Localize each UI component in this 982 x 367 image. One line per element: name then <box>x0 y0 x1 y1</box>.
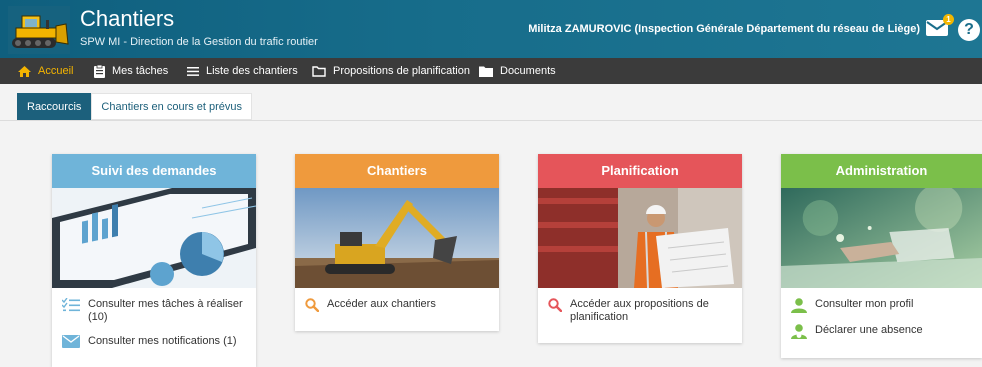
link-consulter-notifications[interactable]: Consulter mes notifications (1) <box>62 335 246 348</box>
card-title[interactable]: Administration <box>781 154 982 188</box>
link-declarer-absence[interactable]: Déclarer une absence <box>791 324 972 339</box>
card-title[interactable]: Planification <box>538 154 742 188</box>
app-subtitle: SPW MI - Direction de la Gestion du traf… <box>80 36 318 48</box>
main-navbar: Accueil Mes tâches Liste des chantiers P… <box>0 58 982 84</box>
nav-label: Accueil <box>38 65 74 77</box>
envelope-icon <box>62 335 80 348</box>
nav-item-documents[interactable]: Documents <box>479 58 556 84</box>
excavator-image <box>295 188 499 288</box>
user-absence-icon <box>791 324 807 339</box>
link-consulter-taches[interactable]: Consulter mes tâches à réaliser (10) <box>62 298 246 324</box>
nav-item-liste-chantiers[interactable]: Liste des chantiers <box>187 58 298 84</box>
link-acceder-chantiers[interactable]: Accéder aux chantiers <box>305 298 489 312</box>
card-title[interactable]: Suivi des demandes <box>52 154 256 188</box>
folder-outline-icon <box>312 65 326 77</box>
link-label: Déclarer une absence <box>815 324 923 336</box>
analytics-image <box>52 188 256 288</box>
card-suivi-demandes: Suivi des demandes Consulter mes tâches … <box>52 154 256 367</box>
clipboard-icon <box>94 64 105 78</box>
nav-label: Propositions de planification <box>333 65 470 77</box>
nav-label: Liste des chantiers <box>206 65 298 77</box>
card-administration: Administration Consulter mon profil Décl… <box>781 154 982 358</box>
nav-item-propositions[interactable]: Propositions de planification <box>312 58 470 84</box>
laptop-office-image <box>781 188 982 288</box>
card-planification: Planification Accéder aux propositions d… <box>538 154 742 343</box>
nav-item-accueil[interactable]: Accueil <box>18 58 73 84</box>
link-label: Consulter mon profil <box>815 298 914 310</box>
tab-raccourcis[interactable]: Raccourcis <box>17 93 92 120</box>
link-label: Consulter mes notifications (1) <box>88 335 237 347</box>
search-icon <box>305 298 319 312</box>
user-name[interactable]: Militza ZAMUROVIC (Inspection Générale D… <box>528 23 920 35</box>
task-list-icon <box>62 298 80 312</box>
nav-item-mes-taches[interactable]: Mes tâches <box>94 58 168 84</box>
nav-label: Mes tâches <box>112 65 169 77</box>
user-icon <box>791 298 807 313</box>
list-icon <box>187 66 199 76</box>
engineer-plans-image <box>538 188 742 288</box>
tab-chantiers-en-cours[interactable]: Chantiers en cours et prévus <box>91 93 253 120</box>
link-label: Accéder aux chantiers <box>327 298 436 310</box>
card-chantiers: Chantiers Accéder aux chantiers <box>295 154 499 331</box>
link-consulter-profil[interactable]: Consulter mon profil <box>791 298 972 313</box>
search-icon <box>548 298 562 312</box>
home-icon <box>18 65 31 77</box>
bulldozer-logo-icon <box>8 6 70 54</box>
card-title[interactable]: Chantiers <box>295 154 499 188</box>
app-header: Chantiers SPW MI - Direction de la Gesti… <box>0 0 982 58</box>
link-acceder-propositions[interactable]: Accéder aux propositions de planificatio… <box>548 298 732 324</box>
link-label: Consulter mes tâches à réaliser (10) <box>88 298 243 323</box>
help-button[interactable]: ? <box>958 19 980 41</box>
tab-bar: Raccourcis Chantiers en cours et prévus <box>17 93 253 120</box>
folder-icon <box>479 66 493 77</box>
tab-divider <box>0 120 982 121</box>
nav-label: Documents <box>500 65 556 77</box>
link-label: Accéder aux propositions de planificatio… <box>570 298 709 323</box>
notification-badge: 1 <box>943 14 954 25</box>
app-title: Chantiers <box>80 6 175 31</box>
